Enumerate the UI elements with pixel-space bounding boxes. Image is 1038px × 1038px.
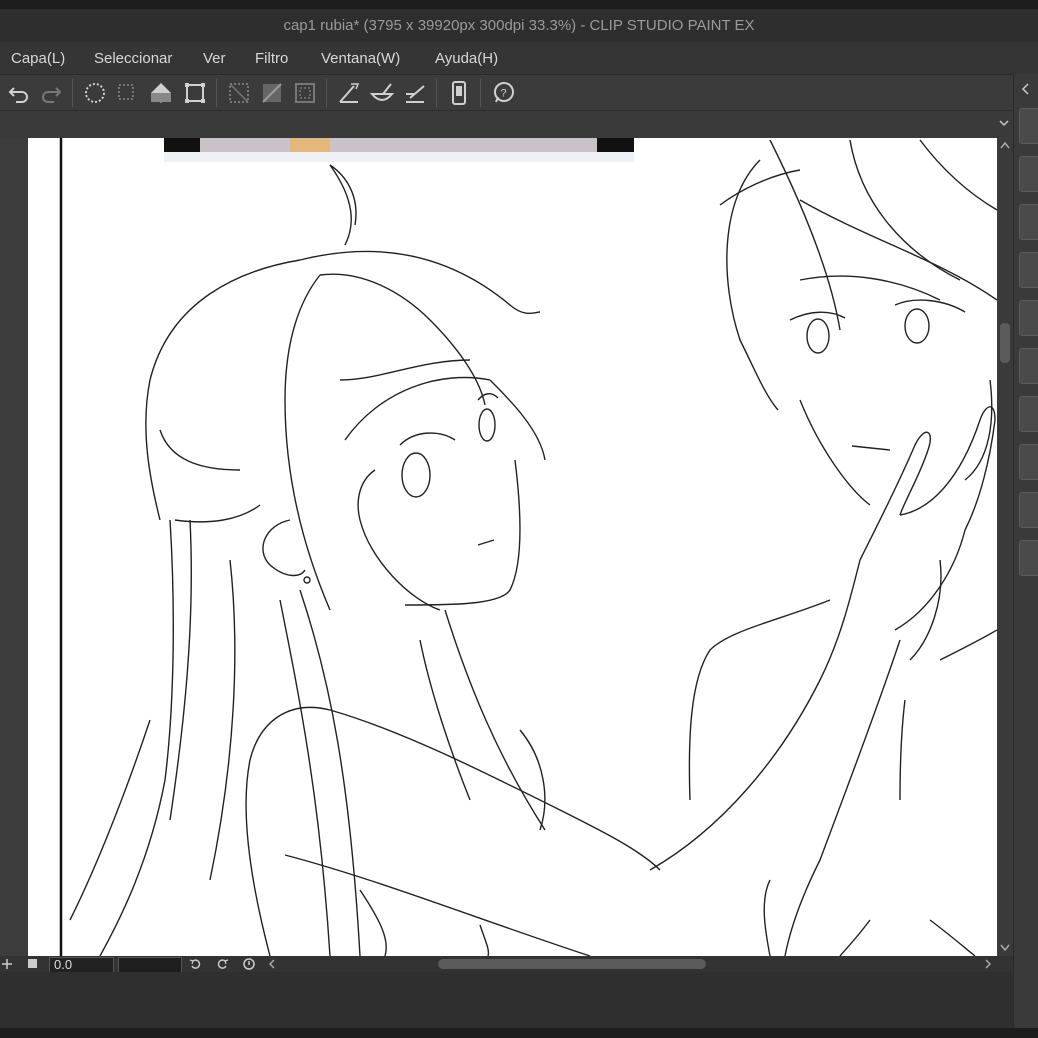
menu-item-seleccionar[interactable]: Seleccionar [94,50,172,67]
right-palette-dock [1013,74,1038,1038]
snap-ruler-button[interactable] [400,78,430,108]
smartphone-icon [452,81,466,105]
snap-ruler-icon [406,85,425,103]
transform-button[interactable] [180,78,210,108]
title-bar: cap1 rubia* (3795 x 39920px 300dpi 33.3%… [0,9,1038,42]
menu-bar: Capa(L) Seleccionar Ver Filtro Ventana(W… [0,42,1038,74]
clear-outside-button[interactable] [257,78,287,108]
scroll-right-icon[interactable] [982,958,994,970]
menu-item-ayuda[interactable]: Ayuda(H) [435,50,498,67]
top-strip [0,0,1038,9]
select-all-icon [85,83,105,103]
menu-item-ver[interactable]: Ver [203,50,226,67]
chevron-down-icon[interactable] [998,117,1010,129]
canvas-status-bar: 0.0 [0,956,1013,973]
invert-selection-button[interactable] [290,78,320,108]
clear-button[interactable] [224,78,254,108]
help-icon: ? [494,82,514,103]
ruler-button[interactable] [334,78,364,108]
toolbar-separator [326,79,327,107]
zoom-in-icon[interactable] [1,958,13,970]
rotation-field[interactable]: 0.0 [49,957,114,973]
rotation-value: 0.0 [54,957,73,972]
horizontal-scroll-thumb[interactable] [438,959,706,969]
toolbar-separator [436,79,437,107]
menu-item-filtro[interactable]: Filtro [255,50,288,67]
fill-selection-icon [151,83,171,103]
rotate-right-icon[interactable] [215,958,229,970]
palette-tab-3[interactable] [1019,204,1038,240]
chevron-left-icon[interactable] [1020,82,1032,96]
window-title: cap1 rubia* (3795 x 39920px 300dpi 33.3%… [283,17,755,34]
redo-icon [42,87,62,103]
clear-icon [229,83,249,103]
vertical-scroll-thumb[interactable] [1000,323,1010,363]
scroll-left-icon[interactable] [266,958,278,970]
canvas-page [28,138,997,956]
reference-image [164,138,634,152]
palette-tab-4[interactable] [1019,252,1038,288]
toolbar-separator [480,79,481,107]
deselect-icon [118,84,134,100]
clear-outside-icon [262,83,282,103]
toolbar-separator [72,79,73,107]
redo-button[interactable] [36,78,66,108]
bottom-strip [0,1028,1038,1038]
brush-ruler-button[interactable] [367,78,397,108]
bottom-panel [0,972,1013,1028]
palette-tab-10[interactable] [1019,540,1038,576]
undo-button[interactable] [4,78,34,108]
undo-icon [8,87,28,103]
select-all-button[interactable] [80,78,110,108]
stop-icon[interactable] [28,959,37,968]
palette-tab-8[interactable] [1019,444,1038,480]
scroll-up-icon[interactable] [999,140,1011,150]
palette-tab-2[interactable] [1019,156,1038,192]
fill-selection-button[interactable] [146,78,176,108]
palette-tab-info[interactable] [1019,108,1038,144]
menu-item-capa[interactable]: Capa(L) [11,50,65,67]
canvas-area[interactable] [0,138,997,956]
palette-tab-5[interactable] [1019,300,1038,336]
vertical-scrollbar[interactable] [997,138,1013,956]
transform-icon [185,83,205,103]
rotate-left-icon[interactable] [189,958,203,970]
menu-item-ventana[interactable]: Ventana(W) [321,50,400,67]
reset-rotation-icon[interactable] [242,957,256,971]
palette-tab-6[interactable] [1019,348,1038,384]
sub-toolbar [0,110,1013,139]
deselect-button[interactable] [112,78,142,108]
palette-tab-9[interactable] [1019,492,1038,528]
smartphone-button[interactable] [444,78,474,108]
brush-ruler-icon [369,83,395,101]
command-bar: ? [0,74,1013,111]
ruler-icon [339,83,360,103]
canvas-artwork[interactable] [0,138,997,956]
palette-tab-7[interactable] [1019,396,1038,432]
rotation-slider[interactable] [118,957,182,973]
scroll-down-icon[interactable] [999,943,1011,953]
svg-text:?: ? [501,88,507,100]
invert-selection-icon [295,83,315,103]
toolbar-separator [216,79,217,107]
help-button[interactable]: ? [488,78,518,108]
